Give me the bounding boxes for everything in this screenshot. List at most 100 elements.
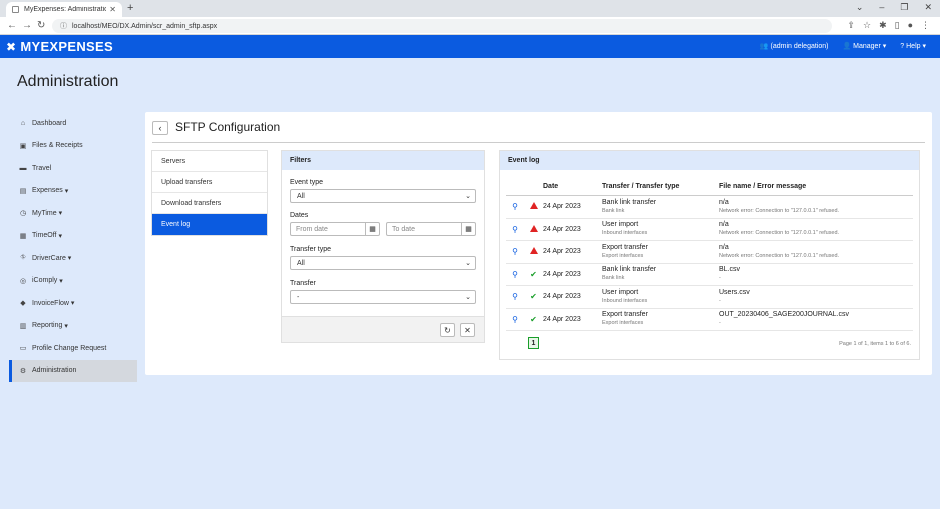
share-icon[interactable]: ⇪ <box>847 20 855 31</box>
sidebar-item-reporting[interactable]: ▥ Reporting ▾ <box>9 315 137 338</box>
road-icon: ⛗ <box>20 254 26 262</box>
kebab-menu-icon[interactable]: ⋮ <box>921 20 930 31</box>
from-date-input[interactable]: From date ▦ <box>290 222 380 236</box>
column-file[interactable]: File name / Error message <box>719 183 913 191</box>
warning-icon <box>529 247 538 255</box>
calendar-icon[interactable]: ▦ <box>365 222 379 236</box>
event-log-title: Event log <box>500 151 919 170</box>
sidebar-item-label: Reporting <box>32 322 63 330</box>
row-date: 24 Apr 2023 <box>543 225 581 233</box>
sidebar-item-expenses[interactable]: ▤ Expenses ▾ <box>9 180 137 203</box>
filters-panel: Filters Event type All ⌄ Dates From date ▦… <box>281 150 485 343</box>
sidebar-item-profile-change-request[interactable]: ▭ Profile Change Request <box>9 337 137 360</box>
help-menu[interactable]: ? Help ▾ <box>900 42 926 50</box>
manager-menu[interactable]: 👤 Manager ▾ <box>842 42 886 50</box>
sidebar-item-administration[interactable]: ⚙ Administration <box>9 359 137 382</box>
subnav-event-log[interactable]: Event log <box>152 214 267 235</box>
restore-icon[interactable]: ❐ <box>900 2 908 13</box>
brand-name: MYEXPENSES <box>20 39 113 54</box>
caret-down-icon: ▾ <box>67 255 72 263</box>
subnav-download-transfers[interactable]: Download transfers <box>152 193 267 214</box>
car-icon: ▬ <box>19 164 27 172</box>
back-arrow-icon[interactable]: ← <box>7 20 17 31</box>
sidebar-item-files-receipts[interactable]: ▣ Files & Receipts <box>9 135 137 158</box>
gears-icon: ⚙ <box>19 367 27 375</box>
row-transfer-type: Inbound interfaces <box>602 297 648 304</box>
caret-down-icon: ▾ <box>64 187 69 195</box>
card-title: SFTP Configuration <box>175 120 281 134</box>
transfer-select[interactable]: - ⌄ <box>290 290 476 304</box>
address-bar[interactable]: ⓘ localhost/MEO/DX.Admin/scr_admin_sftp.… <box>52 19 832 33</box>
sidebar-item-mytime[interactable]: ◷ MyTime ▾ <box>9 202 137 225</box>
sidebar-item-label: InvoiceFlow <box>32 299 69 307</box>
extensions-icon[interactable]: ✱ <box>879 20 887 31</box>
view-details-icon[interactable]: ⚲ <box>512 247 518 256</box>
column-date[interactable]: Date <box>543 183 602 190</box>
column-transfer[interactable]: Transfer / Transfer type <box>602 183 719 191</box>
row-message: Network error: Connection to "127.0.0.1"… <box>719 207 840 214</box>
bookmark-star-icon[interactable]: ☆ <box>863 20 871 31</box>
sidebar-item-drivercare[interactable]: ⛗ DriverCare ▾ <box>9 247 137 270</box>
favicon-icon <box>12 6 19 13</box>
close-tab-icon[interactable]: ✕ <box>109 5 116 14</box>
to-date-placeholder: To date <box>392 225 415 233</box>
profile-icon[interactable]: ● <box>908 20 913 31</box>
help-icon: ? <box>900 43 905 50</box>
transfer-type-select[interactable]: All ⌄ <box>290 256 476 270</box>
row-transfer: User import <box>602 288 639 296</box>
sidebar-item-invoiceflow[interactable]: ◆ InvoiceFlow ▾ <box>9 292 137 315</box>
transfer-value: - <box>297 293 300 301</box>
user-icon: 👤 <box>842 43 852 50</box>
row-transfer-type: Bank link <box>602 207 625 214</box>
divider <box>152 142 925 143</box>
row-transfer: Bank link transfer <box>602 198 657 206</box>
tab-search-icon[interactable]: ⌄ <box>856 2 864 13</box>
app-header: ✖ MYEXPENSES 👥 (admin delegation) 👤 Mana… <box>0 35 940 58</box>
check-icon: ✔ <box>530 269 537 279</box>
page-button-1[interactable]: 1 <box>528 337 539 349</box>
sidebar-item-label: Profile Change Request <box>32 344 107 352</box>
sidebar-item-timeoff[interactable]: ▦ TimeOff ▾ <box>9 225 137 248</box>
caret-down-icon: ▾ <box>64 322 68 330</box>
image-icon: ▣ <box>19 142 27 150</box>
view-details-icon[interactable]: ⚲ <box>512 270 518 279</box>
sidebar-item-icomply[interactable]: ◎ iComply ▾ <box>9 270 137 293</box>
caret-down-icon: ▾ <box>70 300 75 308</box>
browser-tab[interactable]: MyExpenses: Administration - SF ✕ <box>6 2 122 17</box>
warning-icon <box>529 202 538 210</box>
refresh-button[interactable]: ↻ <box>440 323 455 337</box>
info-icon[interactable]: ⓘ <box>60 21 67 31</box>
subnav-upload-transfers[interactable]: Upload transfers <box>152 172 267 193</box>
calendar-icon[interactable]: ▦ <box>461 222 475 236</box>
new-tab-button[interactable]: + <box>127 2 133 14</box>
to-date-input[interactable]: To date ▦ <box>386 222 476 236</box>
close-window-icon[interactable]: ✕ <box>924 2 932 13</box>
home-icon: ⌂ <box>20 119 26 127</box>
browser-tab-title: MyExpenses: Administration - SF <box>24 6 107 13</box>
minimize-icon[interactable]: – <box>879 2 884 13</box>
chevron-down-icon: ⌄ <box>465 294 471 301</box>
clear-filters-button[interactable]: ✕ <box>460 323 475 337</box>
event-log-table: Date Transfer / Transfer type File name … <box>506 178 913 331</box>
back-button[interactable]: ‹ <box>152 121 168 135</box>
subnav-servers[interactable]: Servers <box>152 151 267 172</box>
row-date: 24 Apr 2023 <box>543 270 581 278</box>
reload-icon[interactable]: ↻ <box>37 20 45 31</box>
sidebar-item-dashboard[interactable]: ⌂ Dashboard <box>9 112 137 135</box>
event-type-label: Event type <box>290 179 324 186</box>
view-details-icon[interactable]: ⚲ <box>512 315 518 324</box>
forward-arrow-icon[interactable]: → <box>22 20 32 31</box>
delegation-link[interactable]: 👥 (admin delegation) <box>760 42 829 50</box>
view-details-icon[interactable]: ⚲ <box>512 292 518 301</box>
sidebar-item-travel[interactable]: ▬ Travel <box>9 157 137 180</box>
transfer-type-value: All <box>297 259 305 267</box>
view-details-icon[interactable]: ⚲ <box>512 225 518 234</box>
view-details-icon[interactable]: ⚲ <box>512 202 518 211</box>
sidepanel-icon[interactable]: ▯ <box>895 20 900 31</box>
event-type-value: All <box>297 192 305 200</box>
warning-icon <box>529 224 538 232</box>
brand-logo[interactable]: ✖ MYEXPENSES <box>6 39 113 54</box>
logo-icon: ✖ <box>6 39 17 54</box>
event-type-select[interactable]: All ⌄ <box>290 189 476 203</box>
check-icon: ✔ <box>530 292 537 302</box>
